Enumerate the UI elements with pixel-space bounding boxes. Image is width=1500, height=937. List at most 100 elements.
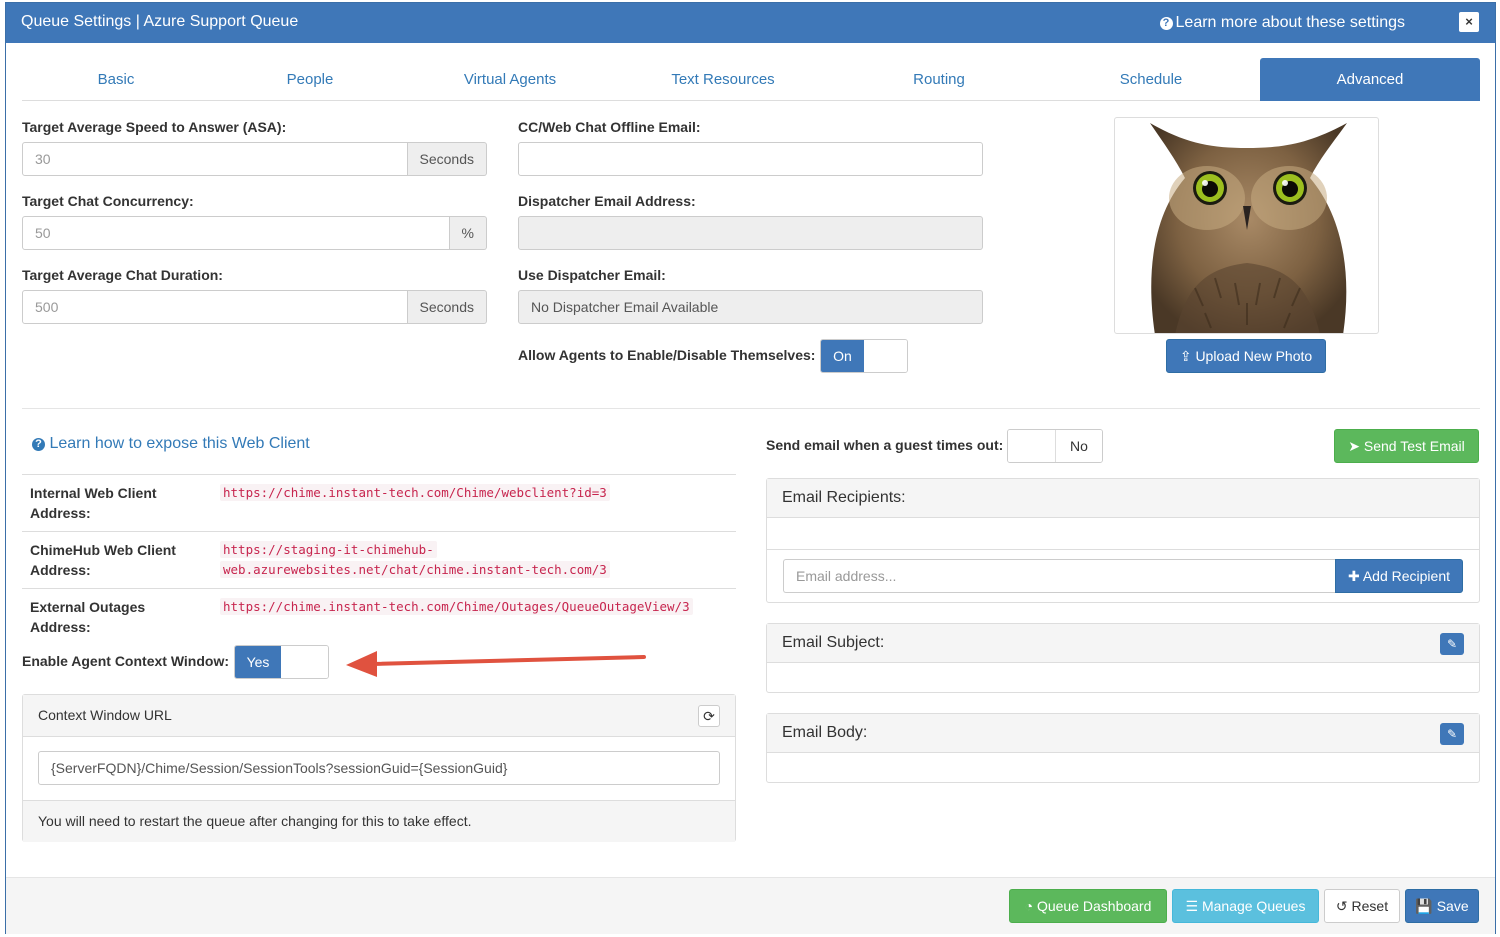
external-outages-url: https://chime.instant-tech.com/Chime/Out… (220, 597, 693, 617)
queue-photo (1114, 117, 1379, 334)
owl-image (1150, 123, 1347, 333)
url-line: https://chime.instant-tech.com/Chime/Out… (220, 598, 693, 615)
label-line: Address: (30, 619, 91, 635)
save-button[interactable]: 💾 Save (1405, 889, 1479, 923)
context-window-panel: Context Window URL ⟳ {ServerFQDN}/Chime/… (22, 694, 736, 842)
url-line: https://chime.instant-tech.com/Chime/web… (220, 484, 610, 501)
recipient-email-input[interactable]: Email address... (783, 559, 1336, 593)
tab-schedule[interactable]: Schedule (1042, 58, 1260, 101)
context-window-panel-header: Context Window URL ⟳ (23, 695, 735, 737)
offline-email-label: CC/Web Chat Offline Email: (518, 119, 701, 135)
queue-dashboard-button[interactable]: ◔ Queue Dashboard (1009, 889, 1167, 923)
restart-note: You will need to restart the queue after… (38, 813, 472, 829)
dispatcher-email-input[interactable] (518, 216, 983, 250)
learn-more-link[interactable]: ? Learn more about these settings (1159, 14, 1405, 32)
reset-button[interactable]: ↺ Reset (1324, 889, 1400, 923)
timeout-email-toggle-off (1008, 430, 1055, 462)
settings-tabs: Basic People Virtual Agents Text Resourc… (22, 58, 1480, 101)
email-body-title: Email Body: (782, 724, 868, 741)
edit-subject-icon[interactable]: ✎ (1440, 633, 1464, 655)
add-recipient-button[interactable]: ✚ Add Recipient (1335, 559, 1463, 593)
email-recipients-panel: Email Recipients: Email address... ✚ Add… (766, 478, 1480, 603)
label-line: Address: (30, 505, 91, 521)
queue-dashboard-label: Queue Dashboard (1036, 898, 1152, 914)
add-recipient-label: Add Recipient (1362, 568, 1451, 584)
table-row-border (22, 588, 736, 589)
learn-web-client-text: Learn how to expose this Web Client (49, 435, 310, 452)
duration-unit: Seconds (407, 290, 487, 324)
refresh-icon[interactable]: ⟳ (698, 705, 720, 727)
chimehub-web-client-label: ChimeHub Web Client Address: (30, 540, 176, 580)
url-line: web.azurewebsites.net/chat/chime.instant… (220, 561, 610, 578)
section-divider (22, 408, 1480, 409)
email-subject-header: Email Subject: ✎ (767, 624, 1479, 663)
tab-text-resources[interactable]: Text Resources (610, 58, 836, 101)
email-recipients-header: Email Recipients: (767, 479, 1479, 518)
offline-email-input[interactable] (518, 142, 983, 176)
dispatcher-email-label: Dispatcher Email Address: (518, 193, 696, 209)
concurrency-unit: % (449, 216, 487, 250)
annotation-arrow (346, 651, 646, 677)
tab-virtual-agents[interactable]: Virtual Agents (410, 58, 610, 101)
label-line: Address: (30, 562, 91, 578)
plus-icon: ✚ (1347, 568, 1360, 584)
email-recipients-title: Email Recipients: (782, 489, 906, 506)
asa-unit: Seconds (407, 142, 487, 176)
learn-web-client-link[interactable]: ? Learn how to expose this Web Client (32, 435, 310, 453)
modal-header: Queue Settings | Azure Support Queue ? Le… (6, 3, 1495, 43)
allow-agents-label: Allow Agents to Enable/Disable Themselve… (518, 347, 816, 363)
dashboard-icon: ◔ (1024, 898, 1034, 914)
undo-icon: ↺ (1335, 898, 1348, 914)
send-test-email-label: Send Test Email (1363, 438, 1465, 454)
allow-agents-toggle[interactable]: On (820, 339, 908, 373)
context-window-toggle-on: Yes (235, 646, 282, 678)
tab-routing[interactable]: Routing (836, 58, 1042, 101)
context-window-url-input[interactable]: {ServerFQDN}/Chime/Session/SessionTools?… (38, 751, 720, 785)
timeout-email-toggle[interactable]: No (1007, 429, 1103, 463)
email-subject-title: Email Subject: (782, 634, 885, 651)
close-button[interactable]: × (1459, 12, 1479, 32)
url-line: https://staging-it-chimehub- (220, 541, 437, 558)
table-row-border (22, 531, 736, 532)
manage-queues-button[interactable]: ☰ Manage Queues (1172, 889, 1319, 923)
timeout-email-label: Send email when a guest times out: (766, 437, 1004, 453)
paper-plane-icon: ➤ (1348, 438, 1360, 454)
question-circle-icon: ? (32, 438, 45, 451)
context-window-toggle-off (281, 646, 328, 678)
concurrency-label: Target Chat Concurrency: (22, 193, 194, 209)
context-window-label: Enable Agent Context Window: (22, 653, 230, 669)
manage-queues-label: Manage Queues (1201, 898, 1306, 914)
tab-people[interactable]: People (210, 58, 410, 101)
asa-input[interactable]: 30 (22, 142, 408, 176)
modal-footer: ◔ Queue Dashboard ☰ Manage Queues ↺ Rese… (6, 877, 1495, 934)
list-icon: ☰ (1185, 898, 1199, 914)
modal-title: Queue Settings | Azure Support Queue (21, 13, 299, 30)
asa-label: Target Average Speed to Answer (ASA): (22, 119, 287, 135)
tab-basic[interactable]: Basic (22, 58, 210, 101)
question-circle-icon: ? (1159, 17, 1173, 30)
allow-agents-toggle-off (864, 340, 907, 372)
context-window-panel-footer: You will need to restart the queue after… (23, 800, 735, 842)
context-window-title: Context Window URL (38, 707, 172, 723)
email-subject-panel: Email Subject: ✎ (766, 623, 1480, 693)
reset-label: Reset (1351, 898, 1389, 914)
use-dispatcher-select[interactable]: No Dispatcher Email Available (518, 290, 983, 324)
internal-web-client-url: https://chime.instant-tech.com/Chime/web… (220, 483, 610, 503)
duration-input[interactable]: 500 (22, 290, 408, 324)
table-top-border (22, 474, 736, 475)
external-outages-label: External Outages Address: (30, 597, 145, 637)
context-window-toggle[interactable]: Yes (234, 645, 329, 679)
tab-advanced[interactable]: Advanced (1260, 58, 1480, 101)
chimehub-web-client-url: https://staging-it-chimehub- web.azurewe… (220, 540, 610, 580)
upload-photo-button[interactable]: ⇪ Upload New Photo (1166, 339, 1326, 373)
allow-agents-toggle-on: On (821, 340, 864, 372)
send-test-email-button[interactable]: ➤ Send Test Email (1334, 429, 1479, 463)
asa-input-group: 30 Seconds (22, 142, 487, 176)
email-body-header: Email Body: ✎ (767, 714, 1479, 753)
internal-web-client-label: Internal Web Client Address: (30, 483, 157, 523)
label-line: ChimeHub Web Client (30, 542, 176, 558)
floppy-icon: 💾 (1415, 898, 1433, 914)
duration-label: Target Average Chat Duration: (22, 267, 223, 283)
concurrency-input[interactable]: 50 (22, 216, 450, 250)
edit-body-icon[interactable]: ✎ (1440, 723, 1464, 745)
